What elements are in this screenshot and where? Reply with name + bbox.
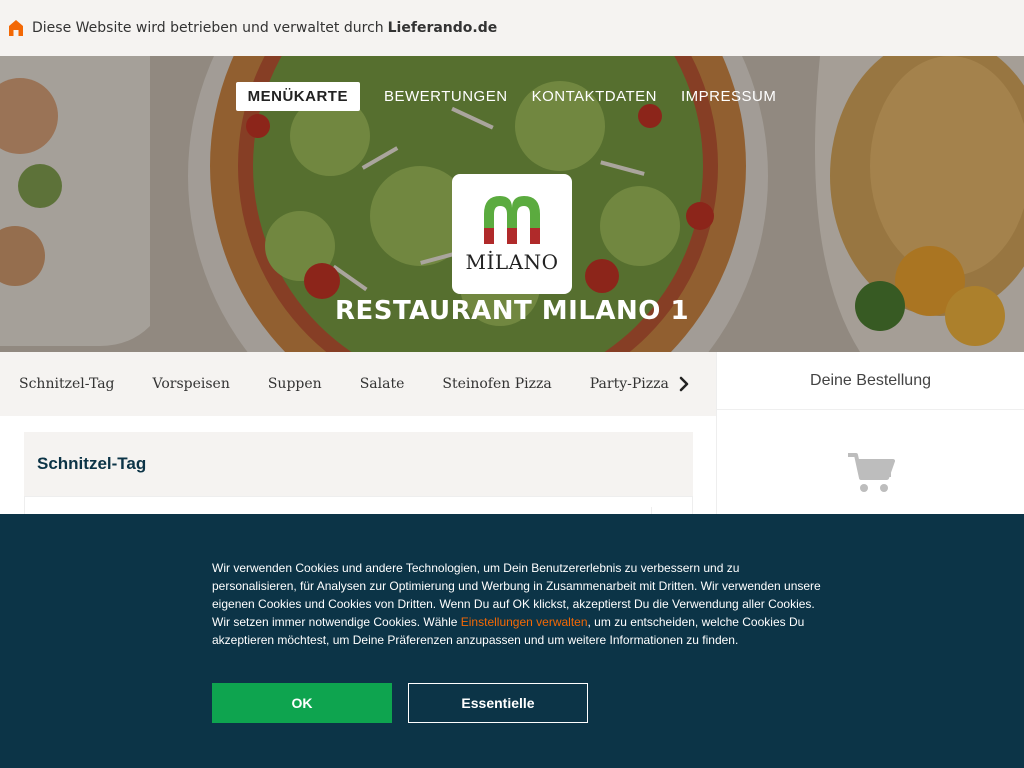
milano-logo-mark	[484, 196, 540, 244]
main-nav: MENÜKARTE BEWERTUNGEN KONTAKTDATEN IMPRE…	[0, 82, 1024, 111]
ok-button[interactable]: OK	[212, 683, 392, 723]
menu-section-header: Schnitzel-Tag	[24, 432, 693, 496]
menu-item-card[interactable]	[24, 496, 693, 517]
operator-bar: Diese Website wird betrieben und verwalt…	[0, 0, 1024, 56]
shopping-cart-icon	[848, 453, 895, 492]
house-icon	[9, 20, 23, 36]
nav-item-imprint[interactable]: IMPRESSUM	[669, 82, 788, 111]
restaurant-logo: MİLANO	[452, 174, 572, 294]
logo-wordmark: MİLANO	[465, 250, 559, 274]
nav-item-contact[interactable]: KONTAKTDATEN	[520, 82, 669, 111]
basket-title: Deine Bestellung	[717, 352, 1024, 410]
category-salate[interactable]: Salate	[360, 376, 405, 392]
cookie-banner: Wir verwenden Cookies und andere Technol…	[0, 514, 1024, 768]
restaurant-name: RESTAURANT MILANO 1	[334, 296, 690, 326]
category-nav: Schnitzel-Tag Vorspeisen Suppen Salate S…	[0, 352, 716, 416]
category-schnitzel-tag[interactable]: Schnitzel-Tag	[19, 376, 115, 392]
cookie-settings-link[interactable]: Einstellungen verwalten	[461, 615, 588, 629]
nav-item-reviews[interactable]: BEWERTUNGEN	[372, 82, 520, 111]
essential-cookies-button[interactable]: Essentielle	[408, 683, 588, 723]
operator-text: Diese Website wird betrieben und verwalt…	[32, 20, 384, 36]
chevron-right-icon[interactable]	[676, 374, 692, 394]
hero-banner: MENÜKARTE BEWERTUNGEN KONTAKTDATEN IMPRE…	[0, 56, 1024, 352]
cookie-text: Wir verwenden Cookies und andere Technol…	[212, 559, 822, 649]
category-party-pizza[interactable]: Party-Pizza	[590, 376, 669, 392]
category-steinofen-pizza[interactable]: Steinofen Pizza	[442, 376, 551, 392]
category-suppen[interactable]: Suppen	[268, 376, 322, 392]
operator-brand-link[interactable]: Lieferando.de	[388, 20, 498, 36]
category-vorspeisen[interactable]: Vorspeisen	[153, 376, 230, 392]
menu-section-title: Schnitzel-Tag	[37, 454, 147, 473]
nav-item-menu[interactable]: MENÜKARTE	[235, 82, 360, 111]
